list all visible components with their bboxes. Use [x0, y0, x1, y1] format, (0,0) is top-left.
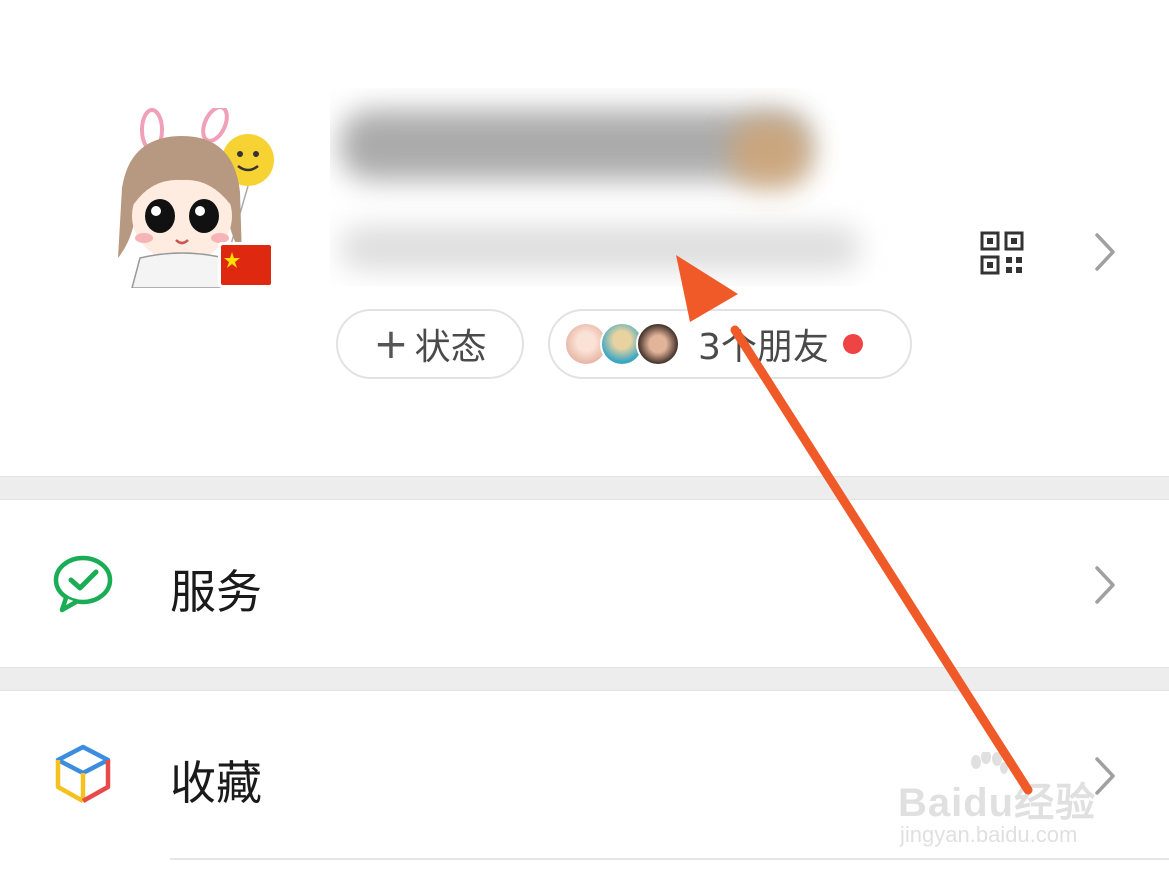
friend-avatars [564, 322, 684, 366]
profile-header[interactable]: + 状态 3个朋友 [0, 0, 1169, 476]
menu-item-label: 收藏 [170, 756, 262, 810]
friends-count-label: 3个朋友 [698, 327, 829, 368]
add-status-button[interactable]: + 状态 [336, 309, 524, 379]
section-divider [0, 667, 1169, 691]
watermark-brand: Baidu经验 [898, 781, 1097, 825]
blurred-emoji [730, 118, 810, 188]
section-divider [0, 476, 1169, 500]
menu-item-services[interactable]: 服务 [0, 500, 1169, 667]
wechat-pay-icon [53, 555, 113, 613]
watermark-url: jingyan.baidu.com [900, 822, 1078, 847]
profile-name-blurred[interactable] [330, 88, 960, 286]
new-badge-dot [842, 334, 863, 354]
favorites-cube-icon [55, 744, 111, 803]
chevron-right-icon [1095, 566, 1115, 604]
qr-code-icon[interactable] [980, 231, 1024, 275]
baidu-watermark: Baidu经验 jingyan.baidu.com [898, 752, 1118, 862]
blurred-wechat-id [340, 226, 860, 270]
friends-status-button[interactable]: 3个朋友 [548, 309, 912, 379]
chevron-right-icon[interactable] [1093, 231, 1117, 273]
menu-item-label: 服务 [170, 565, 262, 619]
plus-icon: + [373, 319, 409, 368]
status-label: 状态 [414, 327, 487, 368]
avatar[interactable] [100, 108, 275, 288]
friend-avatar [636, 322, 680, 366]
